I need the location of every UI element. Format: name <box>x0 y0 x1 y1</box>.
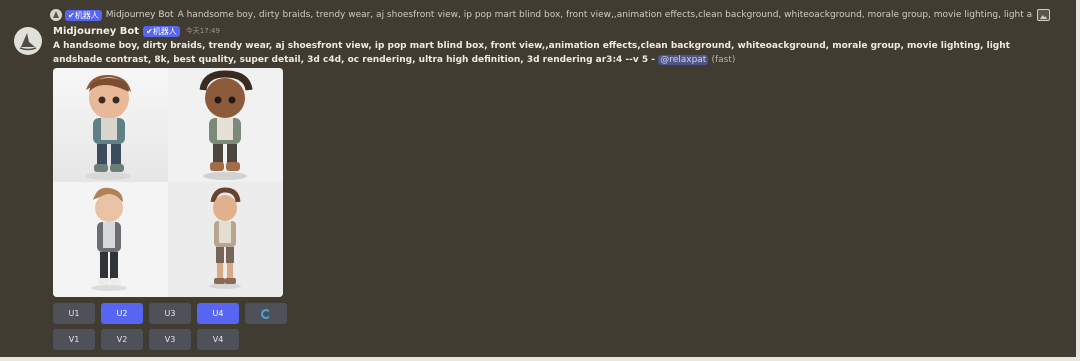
reply-bot-tag: ✔机器人 <box>65 9 102 21</box>
upscale-button-1[interactable]: U1 <box>53 303 95 324</box>
variation-button-1[interactable]: V1 <box>53 329 95 350</box>
upscale-button-4[interactable]: U4 <box>197 303 239 324</box>
variation-button-3[interactable]: V3 <box>149 329 191 350</box>
reroll-button[interactable] <box>245 303 287 324</box>
variation-button-2[interactable]: V2 <box>101 329 143 350</box>
upscale-button-2[interactable]: U2 <box>101 303 143 324</box>
user-mention[interactable]: @relaxpat <box>658 55 709 65</box>
image-grid[interactable] <box>53 68 283 297</box>
upscale-button-3[interactable]: U3 <box>149 303 191 324</box>
upscale-buttons: U1 U2 U3 U4 <box>53 303 287 324</box>
message-header: Midjourney Bot ✔机器人 今天17:49 <box>53 24 220 38</box>
variation-buttons: V1 V2 V3 V4 <box>53 329 239 350</box>
separator: - <box>648 55 659 65</box>
author-name[interactable]: Midjourney Bot <box>53 26 139 37</box>
timestamp: 今天17:49 <box>185 27 220 35</box>
speed-label: (fast) <box>711 55 736 65</box>
reply-text[interactable]: A handsome boy, dirty braids, trendy wea… <box>178 10 1033 20</box>
reply-avatar <box>50 9 62 21</box>
variation-button-4[interactable]: V4 <box>197 329 239 350</box>
reply-reference[interactable]: ✔机器人 Midjourney Bot A handsome boy, dirt… <box>50 7 1050 23</box>
reply-author[interactable]: Midjourney Bot <box>106 10 174 20</box>
chat-message-view: ✔机器人 Midjourney Bot A handsome boy, dirt… <box>0 0 1080 361</box>
image-icon <box>1037 9 1050 21</box>
prompt-text: A handsome boy, dirty braids, trendy wea… <box>53 41 1010 65</box>
bot-tag: ✔机器人 <box>143 25 180 37</box>
message-content: A handsome boy, dirty braids, trendy wea… <box>53 39 1053 67</box>
avatar[interactable] <box>14 27 42 55</box>
refresh-icon <box>261 308 271 319</box>
